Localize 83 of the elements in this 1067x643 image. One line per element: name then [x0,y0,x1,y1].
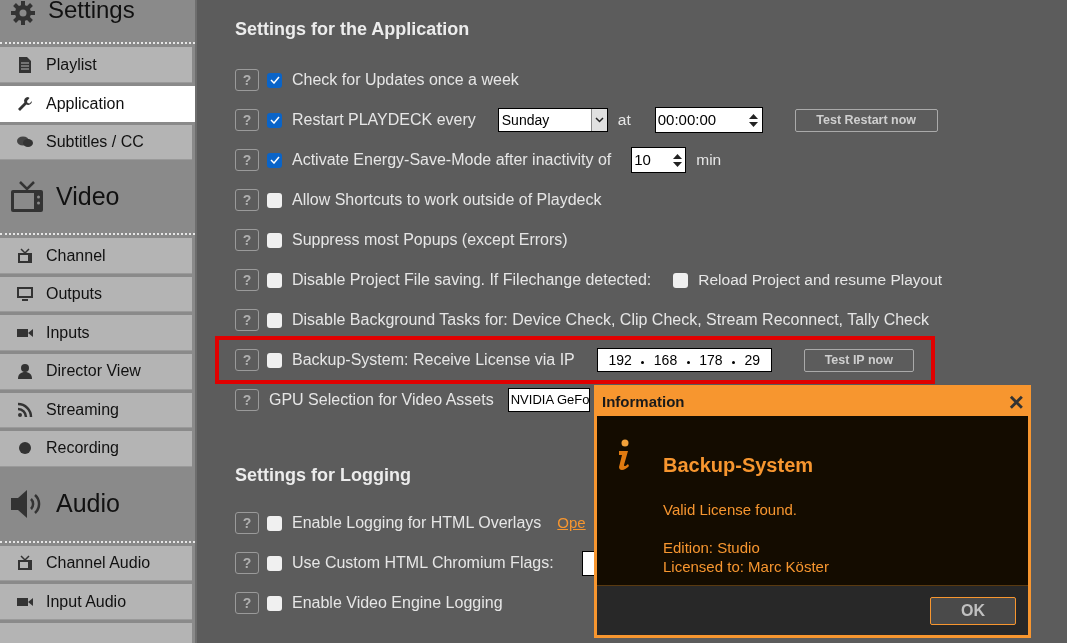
spin-field[interactable]: 00:00:00 [654,107,763,133]
close-button[interactable]: × [1008,389,1024,415]
section-title: Settings [48,0,135,22]
ip-address-field[interactable]: 192 168 178 29 [596,348,772,372]
sidebar-item[interactable]: Outputs [0,276,192,313]
help-button[interactable]: ? [235,552,259,574]
dialog-text: Licensed to: Marc Köster [663,557,829,576]
sidebar-item[interactable]: Application [0,86,195,122]
checkbox[interactable] [267,72,282,88]
dialog-text: Valid License found. [663,500,798,519]
monitor-icon [16,286,34,303]
sidebar-item[interactable]: Recording [0,431,192,467]
ok-button[interactable]: OK [930,596,1016,625]
checkbox[interactable] [267,515,282,531]
setting-label: Enable Logging for HTML Overlays [292,513,542,533]
dropdown[interactable]: Sunday [497,108,608,132]
dialog-heading: Backup-System [663,453,815,478]
help-button[interactable]: ? [235,389,259,411]
help-button[interactable]: ? [235,269,259,291]
sidebar-item[interactable]: Director View [0,354,192,390]
setting-label: Allow Shortcuts to work outside of Playdeck [292,190,602,210]
caret-icon [590,109,607,131]
setting-label: Use Custom HTML Chromium Flags: [292,553,554,573]
camera-icon [16,326,34,339]
setting-label: Restart PLAYDECK every [292,110,476,130]
help-button[interactable]: ? [235,109,259,131]
test-button[interactable]: Test IP now [803,348,914,372]
tv-icon [16,555,34,572]
speech-bubbles-icon [16,134,34,149]
sidebar-item[interactable]: Playlist [0,47,192,84]
document-icon [16,56,34,73]
setting-label: Check for Updates once a week [292,70,519,90]
sidebar-item[interactable]: Channel Audio [0,545,192,582]
sidebar-item[interactable]: Channel [0,238,192,274]
setting-label: Reload Project and resume Playout [698,270,943,291]
setting-label: Enable Video Engine Logging [292,593,503,613]
rss-icon [16,401,34,418]
help-button[interactable]: ? [235,69,259,91]
setting-label: Disable Background Tasks for: Device Check, Clip Check, Stream Reconnect, Tally Check [292,310,929,330]
checkbox[interactable] [267,312,282,328]
tv-icon [10,180,44,213]
section-title: Video [56,184,120,210]
setting-label: Suppress most Popups (except Errors) [292,230,568,250]
checkbox[interactable] [267,272,282,288]
dropdown[interactable]: NVIDIA GeFo [507,388,590,412]
checkbox[interactable] [267,555,282,571]
setting-label: GPU Selection for Video Assets [269,390,494,410]
dialog-title: Information [602,391,685,412]
link[interactable]: Ope [557,511,586,535]
section-heading: Settings for Logging [235,464,411,487]
wrench-icon [16,95,34,112]
checkbox[interactable] [267,112,282,128]
checkbox[interactable] [673,272,689,288]
unit-label: min [696,150,722,171]
checkbox[interactable] [267,232,282,248]
help-button[interactable]: ? [235,149,259,171]
unit-label: at [617,110,631,131]
checkbox[interactable] [267,595,282,611]
help-button[interactable]: ? [235,229,259,251]
test-button[interactable]: Test Restart now [794,108,938,132]
dialog-text: Edition: Studio [663,538,761,557]
tv-icon [16,247,34,264]
help-button[interactable]: ? [235,189,259,211]
sidebar-item[interactable]: Subtitles / CC [0,124,192,161]
checkbox[interactable] [267,192,282,208]
sidebar-item[interactable]: Input Audio [0,584,192,621]
person-icon [16,363,34,380]
checkbox[interactable] [267,352,282,368]
section-heading: Settings for the Application [235,18,470,41]
setting-label: Disable Project File saving. If Filechange detected: [292,270,652,290]
help-button[interactable]: ? [235,309,259,331]
help-button[interactable]: ? [235,592,259,614]
sidebar-item[interactable]: Inputs [0,315,192,352]
camera-icon [16,595,34,608]
sidebar-item[interactable]: Streaming [0,392,192,429]
help-button[interactable]: ? [235,349,259,371]
dot-icon [16,441,34,456]
help-button[interactable]: ? [235,512,259,534]
section-title: Audio [56,491,120,517]
spin-field[interactable]: 10 [631,147,687,173]
setting-label: Activate Energy-Save-Mode after inactivity of [292,150,612,170]
setting-label: Backup-System: Receive License via IP [292,350,575,370]
checkbox[interactable] [267,152,282,168]
